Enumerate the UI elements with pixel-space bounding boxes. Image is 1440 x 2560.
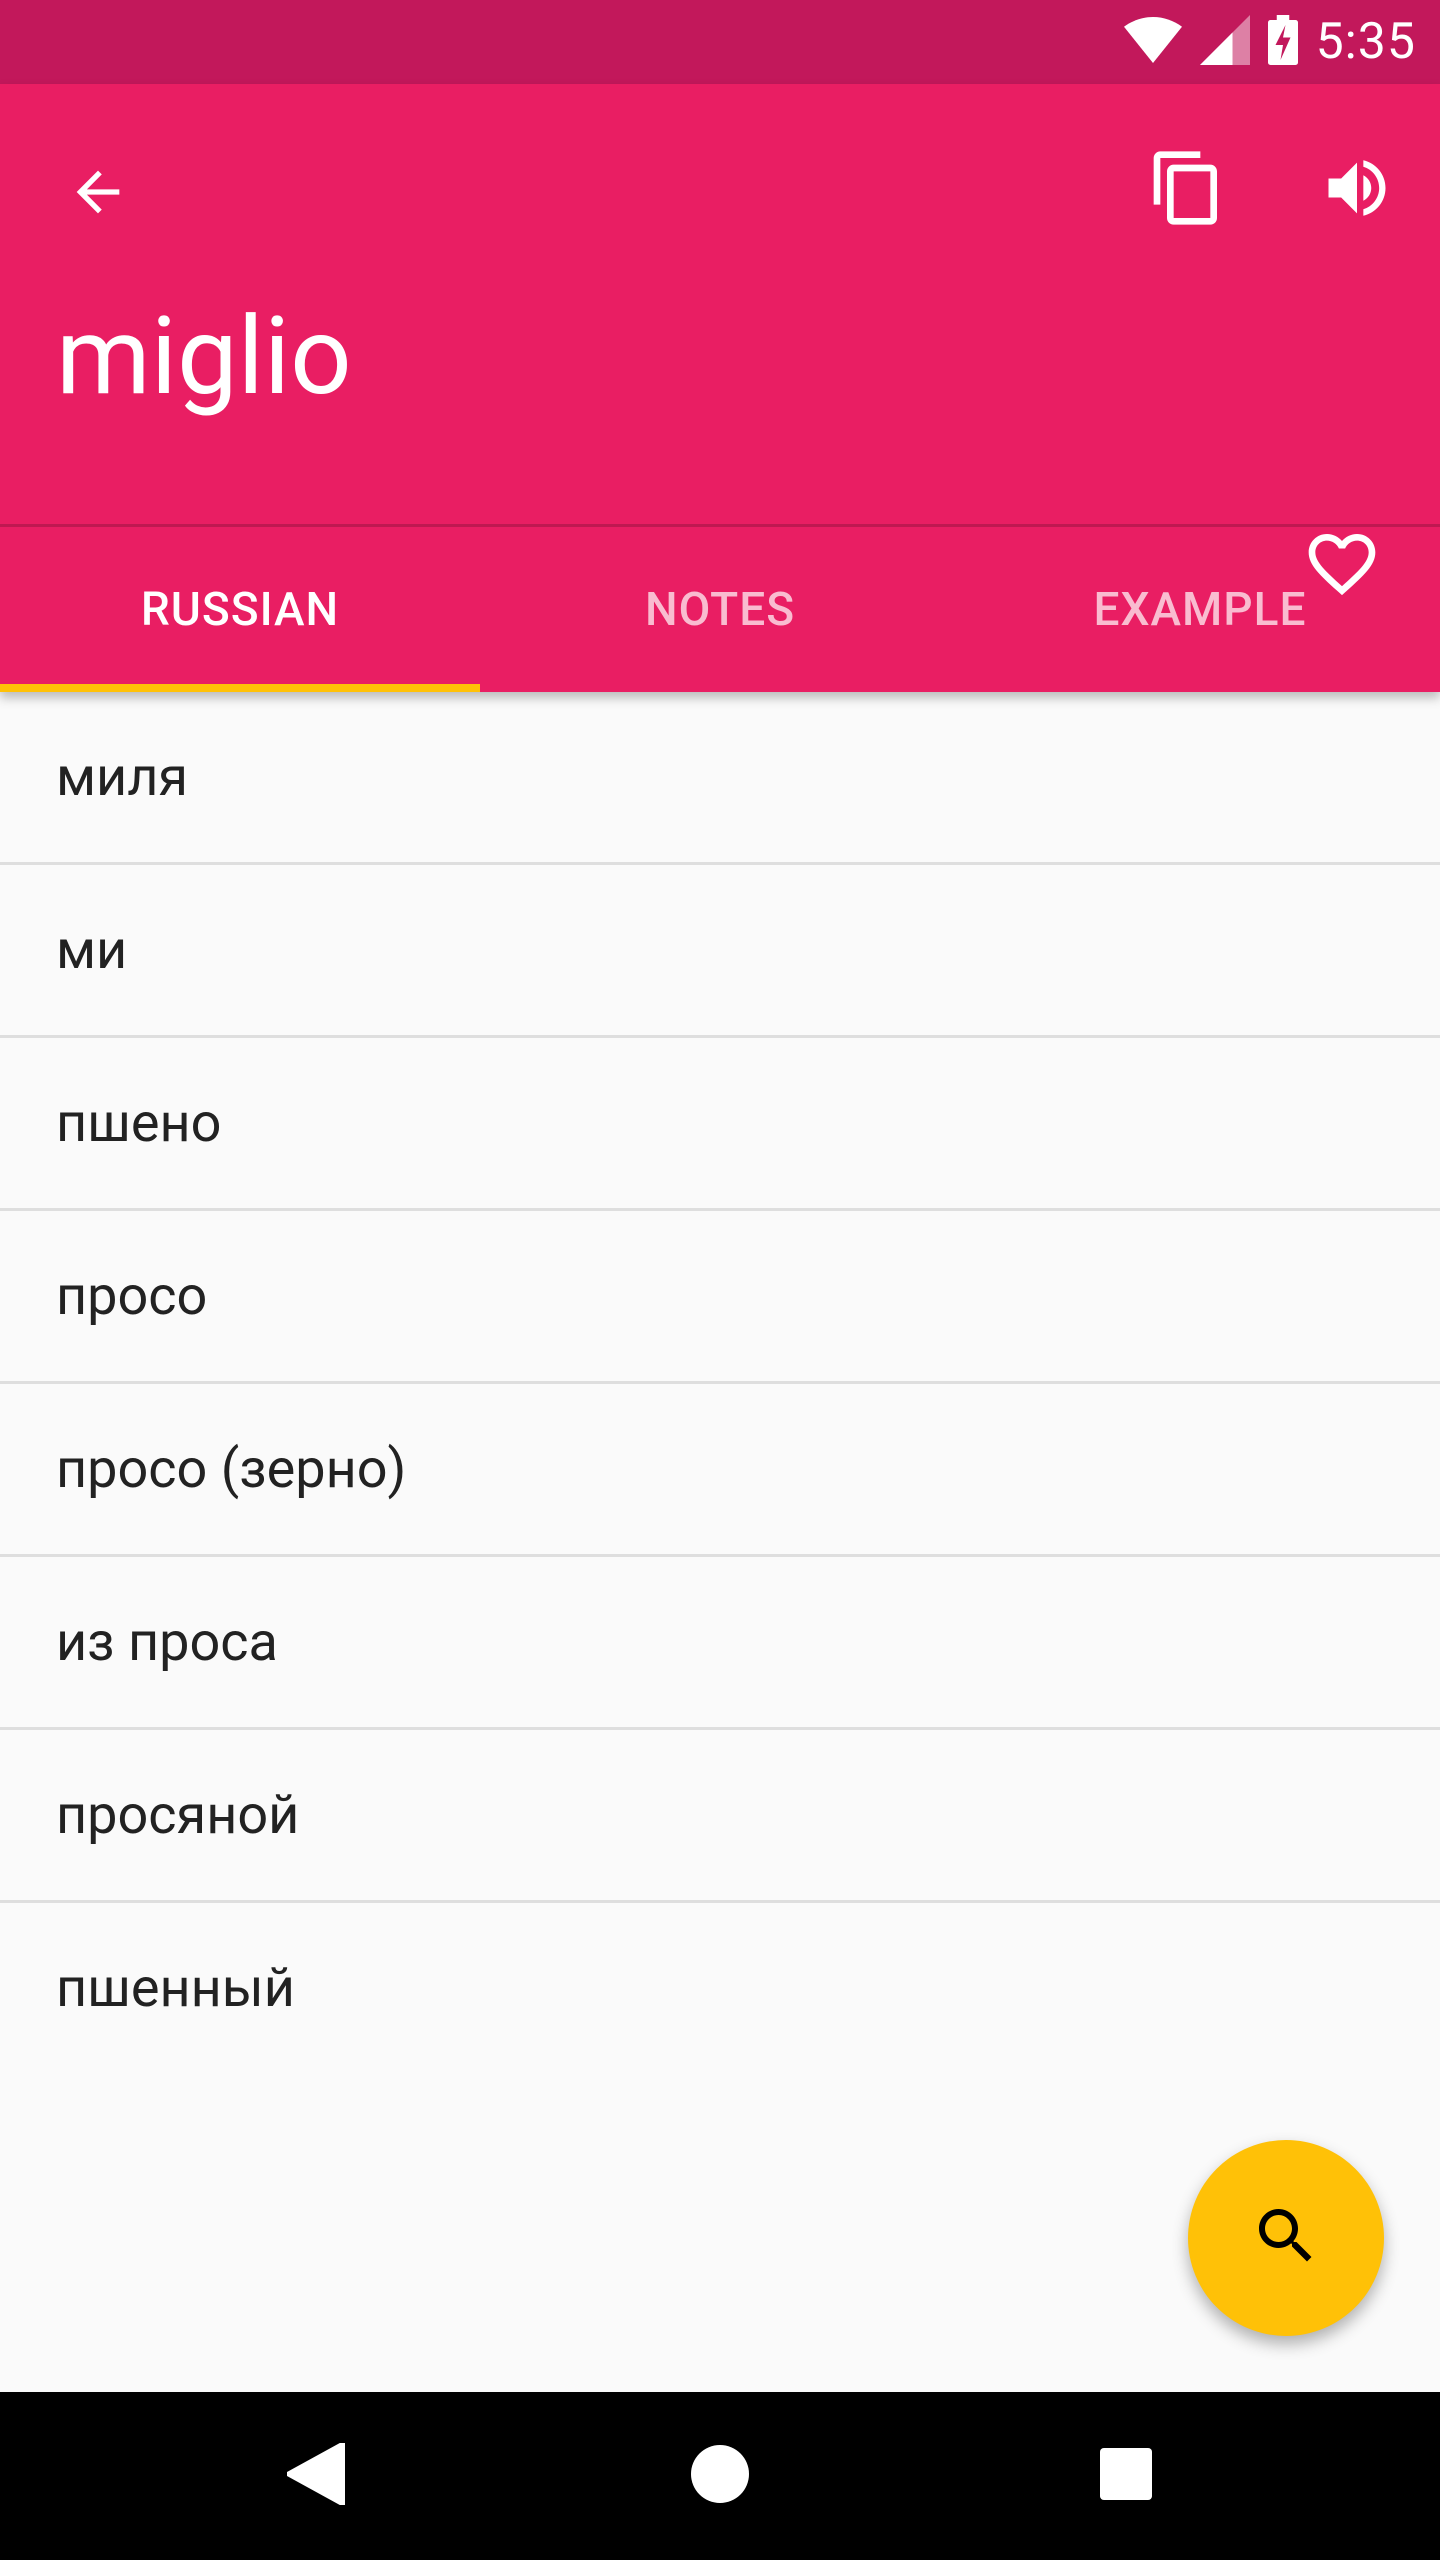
app-bar: miglio RUSSIAN NOTES EXAMPLE — [0, 84, 1440, 692]
home-circle-icon — [691, 2445, 749, 2507]
search-fab[interactable] — [1188, 2140, 1384, 2336]
word-title: miglio — [56, 294, 352, 420]
signal-icon — [1199, 15, 1250, 69]
list-item[interactable]: просо — [0, 1211, 1440, 1384]
volume-icon — [1319, 150, 1395, 230]
recents-square-icon — [1100, 2448, 1152, 2504]
play-sound-button[interactable] — [1305, 138, 1409, 242]
tab-example[interactable]: EXAMPLE — [960, 527, 1440, 692]
tab-bar: RUSSIAN NOTES EXAMPLE — [0, 527, 1440, 692]
tab-label: NOTES — [644, 582, 796, 637]
list-item[interactable]: просяной — [0, 1730, 1440, 1903]
nav-recents-button[interactable] — [1042, 2392, 1210, 2560]
list-item[interactable]: просо (зерно) — [0, 1384, 1440, 1557]
system-nav-bar — [0, 2392, 1440, 2560]
battery-charging-icon — [1267, 14, 1298, 70]
tab-label: EXAMPLE — [1093, 582, 1307, 637]
list-item[interactable]: из проса — [0, 1557, 1440, 1730]
list-item[interactable]: миля — [0, 692, 1440, 865]
status-time: 5:35 — [1315, 13, 1416, 71]
tab-notes[interactable]: NOTES — [480, 527, 960, 692]
list-item[interactable]: ми — [0, 865, 1440, 1038]
nav-back-button[interactable] — [232, 2392, 400, 2560]
search-icon — [1250, 2200, 1322, 2276]
status-bar: 5:35 — [0, 0, 1440, 84]
copy-button[interactable] — [1135, 138, 1239, 242]
nav-home-button[interactable] — [636, 2392, 804, 2560]
back-button[interactable] — [46, 142, 150, 246]
list-item[interactable]: пшенный — [0, 1903, 1440, 2073]
list-item[interactable]: пшено — [0, 1038, 1440, 1211]
tab-label: RUSSIAN — [140, 582, 340, 637]
tab-russian[interactable]: RUSSIAN — [0, 527, 480, 692]
wifi-icon — [1123, 17, 1182, 67]
status-icons: 5:35 — [1123, 0, 1416, 84]
copy-icon — [1147, 148, 1227, 232]
back-triangle-icon — [285, 2440, 347, 2509]
tab-indicator — [0, 684, 480, 692]
translation-list: миля ми пшено просо просо (зерно) из про… — [0, 692, 1440, 2073]
arrow-back-icon — [66, 160, 130, 228]
